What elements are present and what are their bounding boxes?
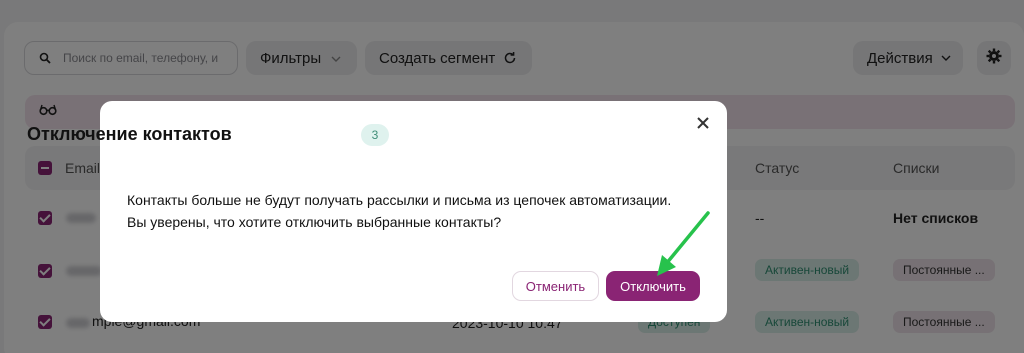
disable-button[interactable]: Отключить: [606, 271, 700, 301]
dialog-title: Отключение контактов: [27, 124, 232, 144]
close-button[interactable]: [692, 114, 714, 136]
close-icon: [697, 116, 709, 134]
dialog-message: Контакты больше не будут получать рассыл…: [127, 189, 717, 233]
selected-count-badge: 3: [361, 124, 389, 146]
cancel-button[interactable]: Отменить: [512, 271, 599, 301]
dialog-message-line1: Контакты больше не будут получать рассыл…: [127, 192, 672, 208]
dialog-message-line2: Вы уверены, что хотите отключить выбранн…: [127, 214, 502, 230]
